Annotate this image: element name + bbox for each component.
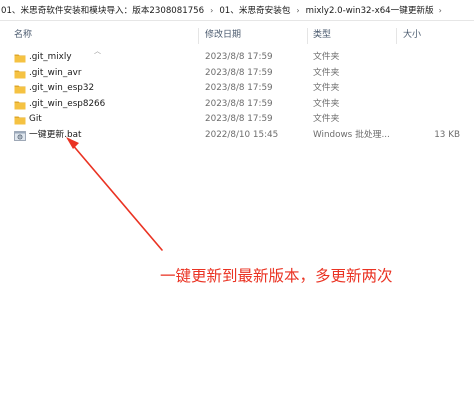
file-name: 一键更新.bat (29, 129, 82, 140)
breadcrumb-item-root[interactable]: 01、米思奇软件安装和模块导入：版本2308081756 (0, 4, 205, 16)
list-item[interactable]: .git_win_avr 2023/8/8 17:59 文件夹 (0, 66, 474, 82)
file-name: .git_win_esp8266 (29, 98, 106, 109)
folder-icon (14, 70, 26, 78)
annotation-text: 一键更新到最新版本，多更新两次 (160, 267, 393, 285)
list-item[interactable]: .git_win_esp32 2023/8/8 17:59 文件夹 (0, 81, 474, 97)
list-item[interactable]: Git 2023/8/8 17:59 文件夹 (0, 112, 474, 128)
file-list: .git_mixly 2023/8/8 17:59 文件夹 .git_win_a… (0, 50, 474, 143)
file-date: 2023/8/8 17:59 (205, 67, 273, 78)
file-name: .git_win_esp32 (29, 83, 95, 93)
list-item[interactable]: .git_win_esp8266 2023/8/8 17:59 文件夹 (0, 97, 474, 113)
file-explorer-window: 01、米思奇软件安装和模块导入：版本2308081756 › 01、米思奇安装包… (0, 0, 474, 408)
file-date: 2023/8/8 17:59 (205, 52, 273, 62)
column-header: ︿ 名称 修改日期 类型 大小 (0, 26, 474, 55)
file-type: 文件夹 (313, 67, 340, 78)
column-header-date[interactable]: 修改日期 (205, 26, 241, 44)
list-item[interactable]: 一键更新.bat 2022/8/10 15:45 Windows 批处理... … (0, 128, 474, 144)
batch-file-icon (14, 130, 26, 141)
file-name: .git_win_avr (29, 67, 82, 78)
column-divider[interactable] (307, 28, 308, 44)
file-type: 文件夹 (313, 83, 340, 93)
breadcrumb-item-installer[interactable]: 01、米思奇安装包 (218, 4, 291, 16)
file-size: 13 KB (434, 129, 460, 140)
column-header-type[interactable]: 类型 (313, 26, 331, 44)
list-item[interactable]: .git_mixly 2023/8/8 17:59 文件夹 (0, 50, 474, 66)
file-type: 文件夹 (313, 52, 340, 62)
file-date: 2023/8/8 17:59 (205, 114, 273, 124)
chevron-right-icon[interactable]: › (205, 6, 218, 15)
column-divider[interactable] (198, 28, 199, 44)
folder-icon (14, 116, 26, 125)
file-type: 文件夹 (313, 114, 340, 124)
file-name: Git (29, 114, 42, 124)
folder-icon (14, 54, 26, 63)
arrow-shaft (70, 142, 163, 251)
column-divider[interactable] (396, 28, 397, 44)
file-name: .git_mixly (29, 52, 72, 62)
chevron-right-icon[interactable]: › (435, 6, 442, 15)
folder-icon (14, 85, 26, 94)
file-type: 文件夹 (313, 98, 340, 109)
column-header-name[interactable]: 名称 (14, 26, 32, 44)
breadcrumb-item-current[interactable]: mixly2.0-win32-x64一键更新版 (305, 4, 435, 16)
file-type: Windows 批处理... (313, 129, 390, 140)
chevron-right-icon[interactable]: › (291, 6, 304, 15)
folder-icon (14, 101, 26, 109)
file-date: 2023/8/8 17:59 (205, 83, 273, 93)
file-date: 2023/8/8 17:59 (205, 98, 273, 109)
breadcrumb: 01、米思奇软件安装和模块导入：版本2308081756 › 01、米思奇安装包… (0, 0, 474, 21)
column-header-size[interactable]: 大小 (403, 26, 421, 44)
file-date: 2022/8/10 15:45 (205, 129, 279, 140)
